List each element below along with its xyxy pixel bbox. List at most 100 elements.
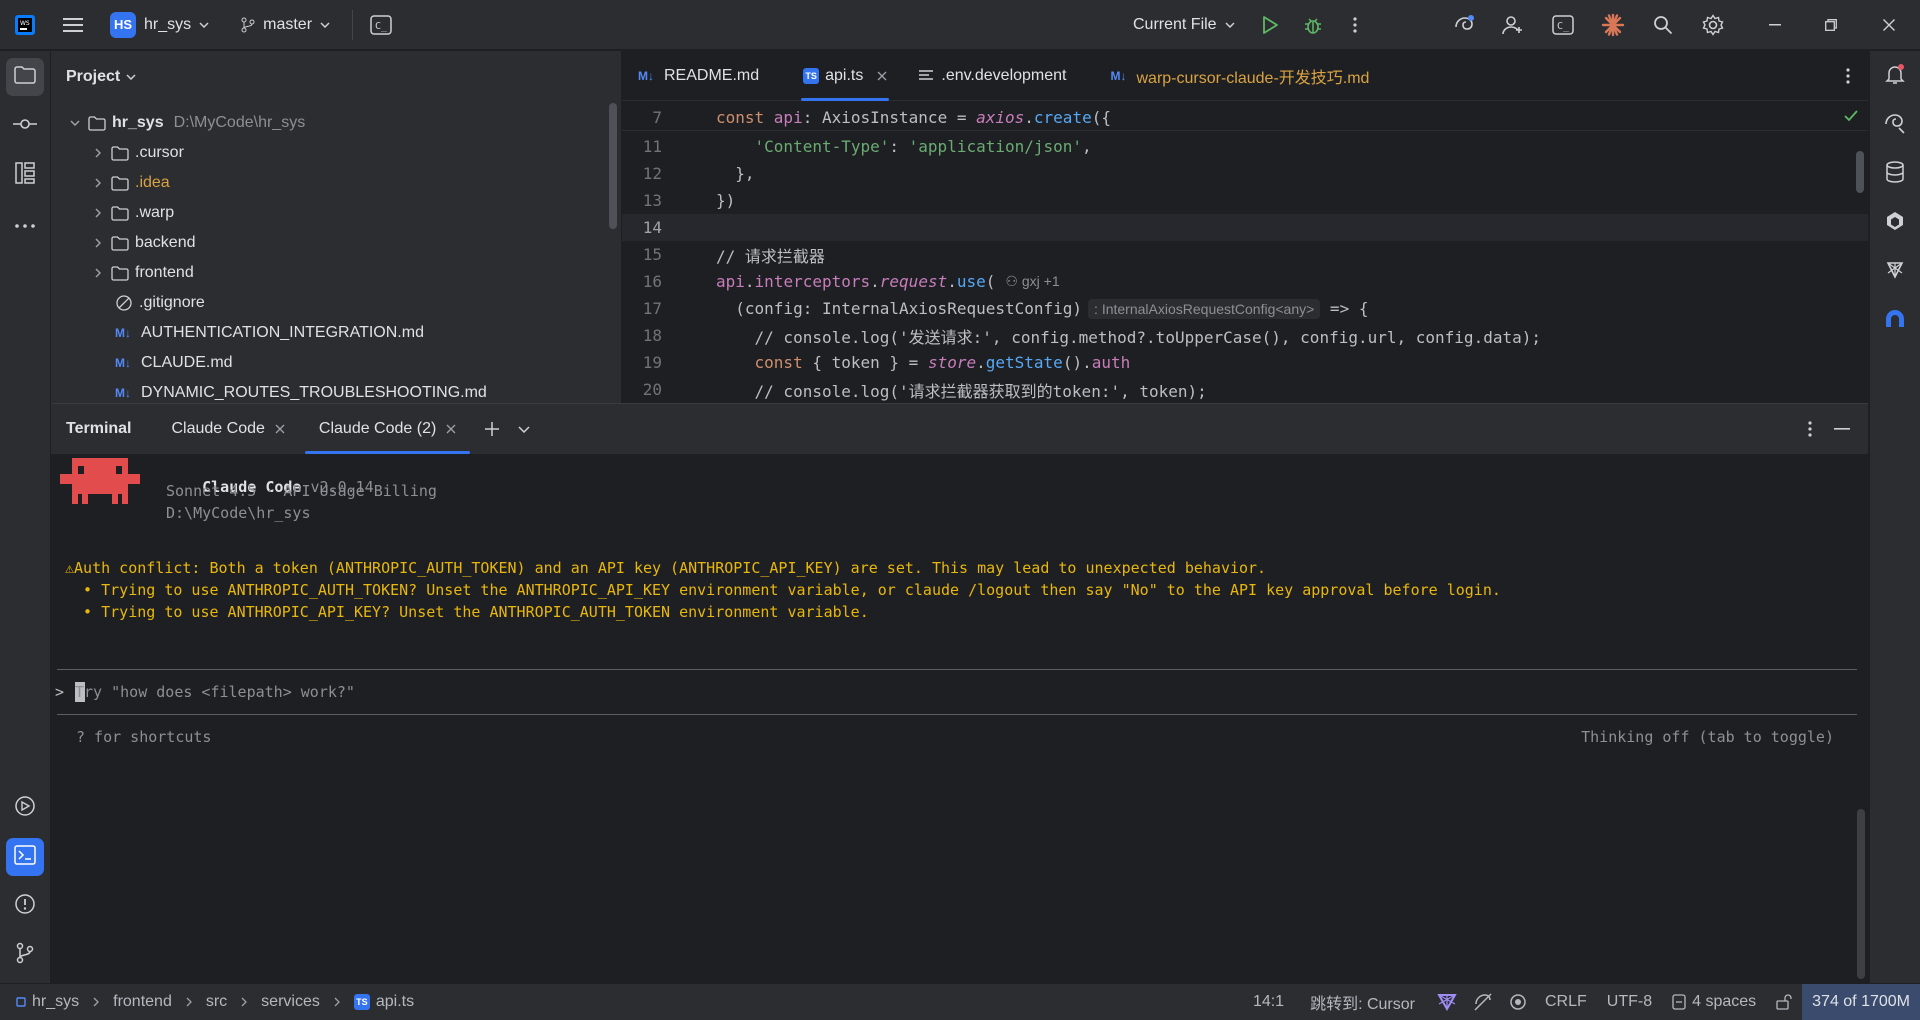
tree-item-md[interactable]: M↓ CLAUDE.md xyxy=(115,348,233,378)
cursor-button[interactable] xyxy=(1876,302,1914,340)
unlock-icon[interactable] xyxy=(1766,994,1802,1010)
breadcrumb-item[interactable]: frontend xyxy=(113,993,172,1011)
breadcrumb-item[interactable]: hr_sys xyxy=(32,993,79,1011)
line-separator[interactable]: CRLF xyxy=(1535,993,1597,1011)
tab-readme[interactable]: M↓ README.md xyxy=(622,51,775,101)
chevron-right-icon[interactable] xyxy=(87,148,109,158)
ai-off-icon[interactable] xyxy=(1465,992,1501,1012)
terminal-tool-icon[interactable]: C_ xyxy=(359,0,403,50)
tree-item-label: backend xyxy=(135,234,196,251)
ai-chat-button[interactable] xyxy=(1876,106,1914,144)
tree-item-warp[interactable]: .warp xyxy=(87,198,174,228)
app-logo-icon[interactable]: WS xyxy=(0,0,50,50)
tree-item-cursor[interactable]: .cursor xyxy=(87,138,184,168)
notifications-button[interactable] xyxy=(1876,57,1914,95)
terminal-title[interactable]: Terminal xyxy=(51,404,146,454)
plugin-button[interactable] xyxy=(1876,204,1914,242)
tree-item-md[interactable]: M↓ DYNAMIC_ROUTES_TROUBLESHOOTING.md xyxy=(115,378,487,403)
database-button[interactable] xyxy=(1876,155,1914,193)
tab-claude-code-2[interactable]: Claude Code (2) xyxy=(304,404,471,454)
ai-assistant-icon[interactable] xyxy=(1446,0,1482,50)
code-line[interactable]: 16 api.interceptors.request.use( ⚇ gxj +… xyxy=(622,268,1868,295)
copilot-status-icon[interactable] xyxy=(1429,993,1465,1011)
code-line[interactable]: 15 // 请求拦截器 xyxy=(622,241,1868,268)
code-line-current[interactable]: 14 xyxy=(622,214,1868,241)
chevron-right-icon[interactable] xyxy=(87,268,109,278)
project-scrollbar[interactable] xyxy=(609,103,617,229)
structure-tool-button[interactable] xyxy=(6,156,44,194)
code-line[interactable]: 12 }, xyxy=(622,160,1868,187)
chevron-right-icon[interactable] xyxy=(87,178,109,188)
breadcrumb-item[interactable]: src xyxy=(206,993,227,1011)
restore-icon[interactable] xyxy=(1806,0,1856,50)
indent-setting[interactable]: 4 spaces xyxy=(1662,993,1766,1011)
chevron-right-icon[interactable] xyxy=(87,208,109,218)
project-tool-button[interactable] xyxy=(6,58,44,96)
auth-warning-bullet: • Trying to use ANTHROPIC_AUTH_TOKEN? Un… xyxy=(65,581,1501,599)
tab-api-ts[interactable]: TS api.ts xyxy=(787,51,903,101)
folder-icon xyxy=(111,175,129,191)
tree-item-idea[interactable]: .idea xyxy=(87,168,170,198)
breadcrumb-item[interactable]: api.ts xyxy=(376,993,414,1011)
copilot-button[interactable] xyxy=(1876,253,1914,291)
more-vert-icon[interactable] xyxy=(1808,421,1812,437)
breadcrumb-item[interactable]: services xyxy=(261,993,320,1011)
chevron-right-icon[interactable] xyxy=(87,238,109,248)
minimize-panel-icon[interactable] xyxy=(1834,428,1850,430)
tree-item-frontend[interactable]: frontend xyxy=(87,258,194,288)
tree-item-gitignore[interactable]: .gitignore xyxy=(115,288,205,318)
memory-indicator[interactable]: 374 of 1700M xyxy=(1802,984,1920,1020)
chevron-down-icon[interactable] xyxy=(64,120,86,126)
minimize-icon[interactable] xyxy=(1750,0,1800,50)
tab-env[interactable]: .env.development xyxy=(903,51,1082,101)
services-tool-button[interactable] xyxy=(6,789,44,827)
code-line[interactable]: 18 // console.log('发送请求:', config.method… xyxy=(622,322,1868,349)
code-line[interactable]: 17 (config: InternalAxiosRequestConfig) … xyxy=(622,295,1868,322)
run-icon[interactable] xyxy=(1255,0,1285,50)
branch-selector[interactable]: master xyxy=(233,7,338,43)
problems-tool-button[interactable] xyxy=(6,887,44,925)
code-line[interactable]: 13 }) xyxy=(622,187,1868,214)
code-with-me-icon[interactable]: C_ xyxy=(1545,0,1581,50)
tab-warp-md[interactable]: M↓ warp-cursor-claude-开发技巧.md xyxy=(1095,51,1386,101)
close-icon[interactable] xyxy=(1864,0,1914,50)
more-vert-icon[interactable] xyxy=(1340,0,1370,50)
problems-icon xyxy=(14,893,36,920)
tab-claude-code[interactable]: Claude Code xyxy=(158,404,299,454)
close-icon[interactable] xyxy=(877,71,887,81)
tree-root[interactable]: hr_sys D:\MyCode\hr_sys xyxy=(64,108,305,138)
project-selector[interactable]: HS hr_sys xyxy=(102,7,217,43)
goto-cursor[interactable]: 跳转到: Cursor xyxy=(1302,990,1429,1014)
code-line[interactable]: 7 const api: AxiosInstance = axios.creat… xyxy=(622,104,1868,131)
claude-icon[interactable] xyxy=(1595,0,1631,50)
main-menu-icon[interactable] xyxy=(50,0,96,50)
add-tab-icon[interactable] xyxy=(484,421,500,437)
terminal-tool-button[interactable] xyxy=(6,838,44,876)
tree-item-md[interactable]: M↓ AUTHENTICATION_INTEGRATION.md xyxy=(115,318,424,348)
search-icon[interactable] xyxy=(1645,0,1681,50)
editor-scrollbar[interactable] xyxy=(1856,151,1864,193)
more-vert-icon[interactable] xyxy=(1846,68,1850,84)
more-tools-button[interactable] xyxy=(6,205,44,243)
debug-icon[interactable] xyxy=(1298,0,1328,50)
code-line[interactable]: 20 // console.log('请求拦截器获取到的token:', tok… xyxy=(622,376,1868,403)
caret-position[interactable]: 14:1 xyxy=(1245,993,1302,1011)
file-encoding[interactable]: UTF-8 xyxy=(1597,993,1662,1011)
terminal-scrollbar[interactable] xyxy=(1857,809,1865,979)
inspection-icon[interactable] xyxy=(1501,993,1535,1011)
prompt-input[interactable]: Try "how does <filepath> work?" xyxy=(75,681,1845,705)
project-panel-header[interactable]: Project xyxy=(51,51,621,103)
add-user-icon[interactable] xyxy=(1495,0,1531,50)
close-icon[interactable] xyxy=(275,424,285,434)
git-author-hint[interactable]: ⚇ gxj +1 xyxy=(1005,273,1059,290)
code-line[interactable]: 11 'Content-Type': 'application/json', xyxy=(622,133,1868,160)
chevron-down-icon[interactable] xyxy=(518,425,530,433)
settings-icon[interactable] xyxy=(1695,0,1731,50)
code-line[interactable]: 19 const { token } = store.getState().au… xyxy=(622,349,1868,376)
commit-tool-button[interactable] xyxy=(6,107,44,145)
tree-item-backend[interactable]: backend xyxy=(87,228,196,258)
text-file-icon xyxy=(919,69,934,82)
run-config-selector[interactable]: Current File xyxy=(1125,7,1243,43)
git-tool-button[interactable] xyxy=(6,936,44,974)
close-icon[interactable] xyxy=(446,424,456,434)
